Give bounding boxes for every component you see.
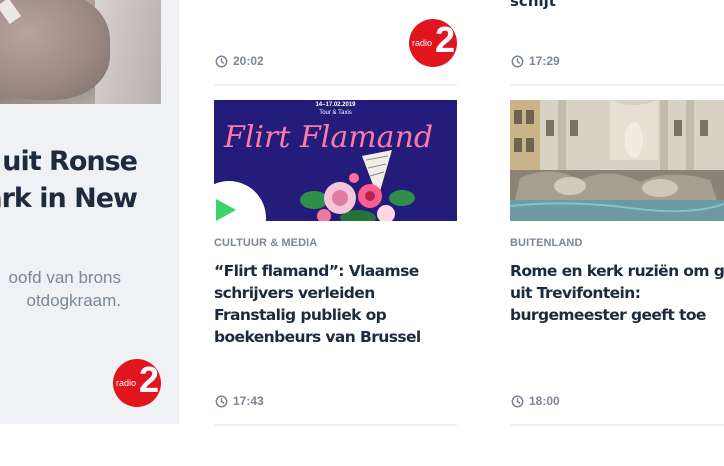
time-text: 17:29 xyxy=(529,54,560,68)
clock-icon xyxy=(511,395,524,407)
article-headline[interactable]: “Flirt flamand”: Vlaamse schrijvers verl… xyxy=(214,260,421,348)
featured-title-line: uit Ronse xyxy=(2,146,138,177)
play-icon[interactable] xyxy=(216,199,236,221)
featured-article-card[interactable]: uit Ronse ark in New oofd van brons otdo… xyxy=(0,0,179,424)
article-category[interactable]: BUITENLAND xyxy=(510,237,583,249)
headline-line: schrijvers verleiden xyxy=(214,284,375,302)
divider xyxy=(214,84,457,86)
radio2-logo-digit: 2 xyxy=(139,359,160,400)
article-timestamp: 17:29 xyxy=(511,54,560,68)
article-image-trevi-fountain[interactable] xyxy=(510,100,724,221)
radio2-logo: radio 2 xyxy=(409,19,457,67)
article-timestamp: 18:00 xyxy=(511,394,560,408)
featured-desc-line: otdogkraam. xyxy=(26,291,122,310)
radio2-logo-text: radio xyxy=(412,38,433,48)
divider xyxy=(510,84,724,86)
article-headline-partial[interactable]: schijt xyxy=(510,0,556,10)
time-text: 20:02 xyxy=(233,54,264,68)
featured-article-description: oofd van brons otdogkraam. xyxy=(0,266,121,312)
featured-article-title[interactable]: uit Ronse ark in New xyxy=(0,143,138,217)
article-category[interactable]: CULTUUR & MEDIA xyxy=(214,237,317,249)
article-timestamp: 17:43 xyxy=(215,394,264,408)
headline-line: Franstalig publiek op xyxy=(214,306,387,324)
flower-bouquet-illustration xyxy=(300,150,415,221)
divider xyxy=(214,424,457,426)
time-text: 18:00 xyxy=(529,394,560,408)
divider xyxy=(510,424,724,426)
radio2-logo: radio 2 xyxy=(113,359,161,407)
time-text: 17:43 xyxy=(233,394,264,408)
clock-icon xyxy=(511,55,524,67)
clock-icon xyxy=(215,395,228,407)
headline-line: “Flirt flamand”: Vlaamse xyxy=(214,262,419,280)
clock-icon xyxy=(215,55,228,67)
article-timestamp: 20:02 xyxy=(215,54,264,68)
trevi-fountain-illustration xyxy=(510,100,724,221)
article-headline[interactable]: Rome en kerk ruziën om ge uit Trevifonte… xyxy=(510,260,724,326)
featured-article-image[interactable] xyxy=(0,0,161,104)
radio2-logo-text: radio xyxy=(116,378,137,388)
radio2-logo-digit: 2 xyxy=(435,19,456,60)
featured-desc-line: oofd van brons xyxy=(8,268,121,287)
headline-line: burgemeester geeft toe xyxy=(510,306,706,324)
poster-venue: Tour & Taxis xyxy=(319,110,352,116)
headline-line: uit Trevifontein: xyxy=(510,284,641,302)
headline-line: Rome en kerk ruziën om ge xyxy=(510,262,724,280)
featured-title-line: ark in New xyxy=(0,183,138,214)
poster-date: 14–17.02.2019 xyxy=(315,102,356,108)
headline-line: boekenbeurs van Brussel xyxy=(214,328,421,346)
